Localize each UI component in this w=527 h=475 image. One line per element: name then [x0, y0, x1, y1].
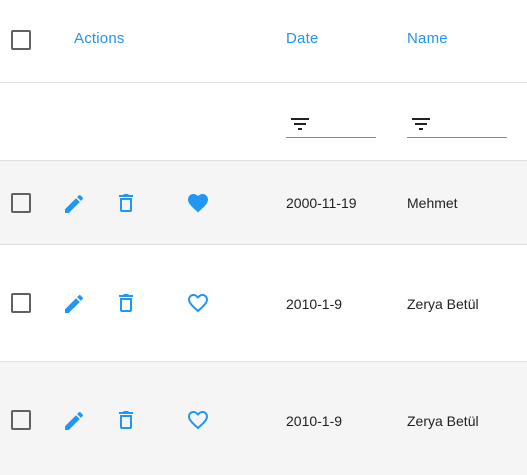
edit-icon[interactable]: [62, 409, 86, 433]
edit-icon[interactable]: [62, 292, 86, 316]
date-column-header[interactable]: Date: [286, 30, 319, 47]
date-filter-input[interactable]: [318, 108, 372, 136]
table-row[interactable]: 2010-1-9 Zerya Betül: [0, 362, 527, 475]
table-row[interactable]: 2000-11-19 Mehmet: [0, 161, 527, 245]
name-cell: Zerya Betül: [407, 296, 479, 312]
date-cell: 2000-11-19: [286, 195, 357, 211]
edit-icon[interactable]: [62, 192, 86, 216]
table-row[interactable]: 2010-1-9 Zerya Betül: [0, 245, 527, 362]
table-header-row: Actions Date Name: [0, 0, 527, 83]
name-cell: Zerya Betül: [407, 413, 479, 429]
name-cell: Mehmet: [407, 195, 458, 211]
date-cell: 2010-1-9: [286, 413, 343, 429]
favorite-filled-icon[interactable]: [186, 191, 210, 215]
actions-column-header: Actions: [74, 30, 125, 47]
date-cell: 2010-1-9: [286, 296, 343, 312]
favorite-outline-icon[interactable]: [186, 408, 210, 432]
favorite-outline-icon[interactable]: [186, 291, 210, 315]
delete-icon[interactable]: [114, 408, 138, 432]
row-select-checkbox[interactable]: [11, 410, 31, 430]
date-filter[interactable]: [286, 108, 376, 138]
delete-icon[interactable]: [114, 191, 138, 215]
delete-icon[interactable]: [114, 291, 138, 315]
filter-icon[interactable]: [288, 112, 312, 136]
row-select-checkbox[interactable]: [11, 293, 31, 313]
name-filter-input[interactable]: [439, 108, 503, 136]
name-column-header[interactable]: Name: [407, 30, 448, 47]
name-filter[interactable]: [407, 108, 507, 138]
row-select-checkbox[interactable]: [11, 193, 31, 213]
select-all-checkbox[interactable]: [11, 30, 31, 50]
filter-icon[interactable]: [409, 112, 433, 136]
